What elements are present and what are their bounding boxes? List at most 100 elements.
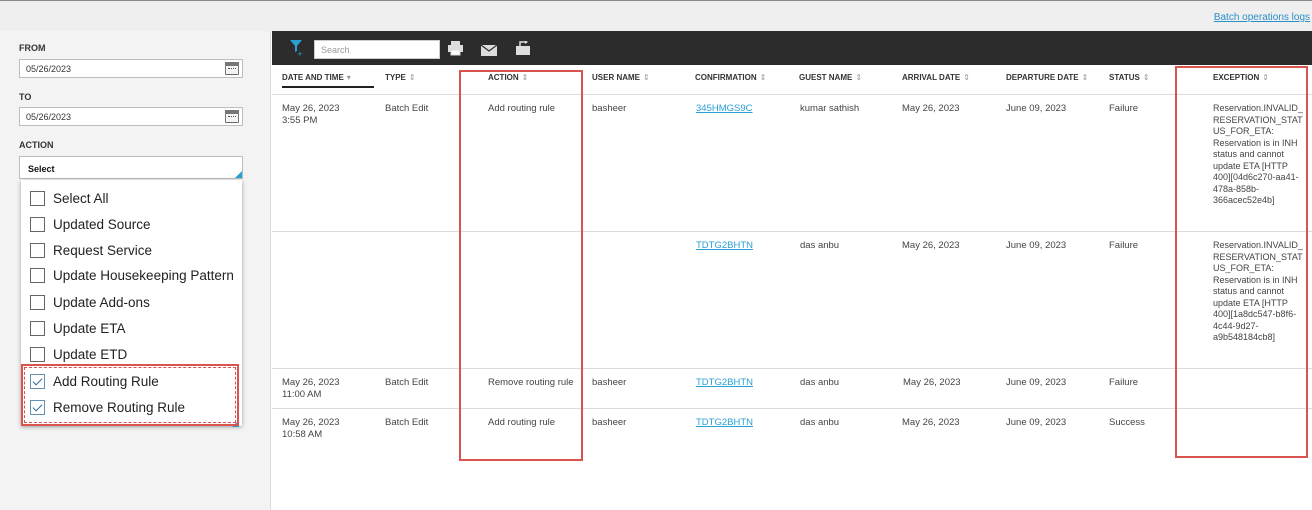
column-header-guest-name[interactable]: GUEST NAME ⇕ — [799, 73, 862, 82]
checkbox[interactable] — [30, 294, 45, 310]
column-header-user-name[interactable]: USER NAME ⇕ — [592, 73, 650, 82]
departure-cell: June 09, 2023 — [1006, 377, 1067, 388]
action-cell: Add routing rule — [488, 103, 556, 114]
svg-text:+: + — [297, 50, 303, 57]
table-row[interactable]: May 26, 2023 3:55 PM Batch Edit Add routi… — [272, 95, 1312, 232]
filter-icon[interactable]: + — [289, 39, 303, 62]
checkbox[interactable] — [30, 216, 45, 232]
checkbox-checked[interactable] — [30, 373, 45, 389]
column-header-label: ARRIVAL DATE — [902, 73, 961, 82]
option-update-eta[interactable]: Update ETA — [30, 318, 126, 338]
from-label: FROM — [19, 43, 46, 53]
guest-cell: das anbu — [800, 240, 840, 251]
column-header-exception[interactable]: EXCEPTION ⇕ — [1213, 73, 1269, 82]
user-cell: basheer — [592, 417, 627, 428]
status-cell: Failure — [1109, 240, 1139, 251]
column-header-confirmation[interactable]: CONFIRMATION ⇕ — [695, 73, 766, 82]
status-cell: Failure — [1109, 103, 1139, 114]
sort-icon: ⇕ — [521, 73, 529, 82]
option-label: Update ETA — [53, 320, 126, 336]
table-row[interactable]: TDTG2BHTN das anbu May 26, 2023 June 09,… — [272, 232, 1312, 369]
table-row[interactable]: May 26, 2023 11:00 AM Batch Edit Remove r… — [272, 369, 1312, 409]
calendar-icon[interactable] — [225, 62, 239, 75]
exception-cell: Reservation.INVALID_RESERVATION_STATUS_F… — [1213, 240, 1303, 342]
email-icon[interactable] — [480, 43, 498, 61]
confirmation-link[interactable]: TDTG2BHTN — [696, 377, 753, 389]
export-icon[interactable] — [514, 40, 532, 61]
option-updated-source[interactable]: Updated Source — [30, 214, 151, 234]
checkbox[interactable] — [30, 242, 45, 258]
from-date-value: 05/26/2023 — [26, 64, 72, 74]
option-update-etd[interactable]: Update ETD — [30, 344, 127, 364]
search-input[interactable] — [314, 40, 440, 59]
sort-icon: ⇕ — [759, 73, 767, 82]
date-cell: May 26, 2023 11:00 AM — [282, 377, 340, 400]
print-icon[interactable] — [447, 41, 464, 61]
confirmation-link[interactable]: TDTG2BHTN — [696, 240, 753, 252]
option-label: Updated Source — [53, 216, 151, 232]
column-header-label: EXCEPTION — [1213, 73, 1260, 82]
confirmation-link[interactable]: TDTG2BHTN — [696, 417, 753, 429]
user-cell: basheer — [592, 103, 627, 114]
guest-cell: das anbu — [800, 417, 840, 428]
checkbox-checked[interactable] — [30, 399, 45, 415]
confirmation-link[interactable]: 345HMGS9C — [696, 103, 753, 115]
status-cell: Failure — [1109, 377, 1139, 388]
departure-cell: June 09, 2023 — [1006, 417, 1067, 428]
option-label: Add Routing Rule — [53, 373, 159, 389]
option-update-housekeeping-pattern[interactable]: Update Housekeeping Pattern — [30, 265, 234, 285]
sort-icon: ⇕ — [1262, 73, 1269, 82]
batch-operations-logs-link[interactable]: Batch operations logs — [1214, 12, 1310, 23]
checkbox[interactable] — [30, 346, 45, 362]
column-header-status[interactable]: STATUS ⇕ — [1109, 73, 1150, 82]
column-header-departure-date[interactable]: DEPARTURE DATE ⇕ — [1006, 73, 1088, 82]
date-cell: May 26, 2023 3:55 PM — [282, 103, 340, 126]
arrival-cell: May 26, 2023 — [902, 417, 960, 428]
column-header-action[interactable]: ACTION ⇕ — [488, 73, 528, 82]
column-header-label: TYPE — [385, 73, 406, 82]
sort-desc-icon: ▾ — [346, 73, 351, 82]
checkbox[interactable] — [30, 320, 45, 336]
active-sort-underline — [282, 86, 374, 88]
to-label: TO — [19, 92, 32, 102]
top-bar: Batch operations logs — [0, 1, 1312, 31]
action-select[interactable]: Select — [19, 156, 243, 179]
type-cell: Batch Edit — [385, 417, 429, 428]
grid-toolbar: + — [272, 31, 1312, 65]
sort-icon: ⇕ — [408, 73, 416, 82]
column-header-type[interactable]: TYPE ⇕ — [385, 73, 416, 82]
option-remove-routing-rule[interactable]: Remove Routing Rule — [30, 397, 185, 417]
option-select-all[interactable]: Select All — [30, 188, 109, 208]
checkbox[interactable] — [30, 267, 45, 283]
option-label: Request Service — [53, 242, 153, 258]
table-row[interactable]: May 26, 2023 10:58 AM Batch Edit Add rout… — [272, 409, 1312, 449]
option-request-service[interactable]: Request Service — [30, 240, 152, 260]
option-update-add-ons[interactable]: Update Add-ons — [30, 292, 150, 312]
column-header-date-time[interactable]: DATE AND TIME ▾ — [282, 73, 351, 82]
guest-cell: kumar sathish — [800, 103, 860, 114]
action-select-value: Select — [28, 164, 55, 174]
sort-icon: ⇕ — [1081, 73, 1089, 82]
option-label: Update ETD — [53, 346, 128, 362]
dropdown-corner-icon — [235, 171, 242, 178]
guest-cell: das anbu — [800, 377, 840, 388]
checkbox[interactable] — [30, 190, 45, 206]
date-cell: May 26, 2023 10:58 AM — [282, 417, 340, 440]
type-cell: Batch Edit — [385, 103, 429, 114]
option-label: Select All — [53, 190, 109, 206]
arrival-cell: May 26, 2023 — [903, 377, 961, 388]
calendar-icon[interactable] — [225, 110, 239, 123]
from-date-field[interactable]: 05/26/2023 — [19, 59, 243, 78]
user-cell: basheer — [592, 377, 627, 388]
departure-cell: June 09, 2023 — [1006, 103, 1067, 114]
column-header-label: ACTION — [488, 73, 519, 82]
to-date-field[interactable]: 05/26/2023 — [19, 107, 243, 126]
table-header: DATE AND TIME ▾ TYPE ⇕ ACTION ⇕ USER NAME ⇕ … — [272, 65, 1312, 95]
column-header-label: CONFIRMATION — [695, 73, 757, 82]
option-add-routing-rule[interactable]: Add Routing Rule — [30, 371, 159, 391]
dropdown-corner-icon — [232, 420, 239, 427]
column-header-label: DEPARTURE DATE — [1006, 73, 1079, 82]
arrival-cell: May 26, 2023 — [902, 240, 960, 251]
to-date-value: 05/26/2023 — [26, 112, 72, 122]
column-header-arrival-date[interactable]: ARRIVAL DATE ⇕ — [902, 73, 970, 82]
